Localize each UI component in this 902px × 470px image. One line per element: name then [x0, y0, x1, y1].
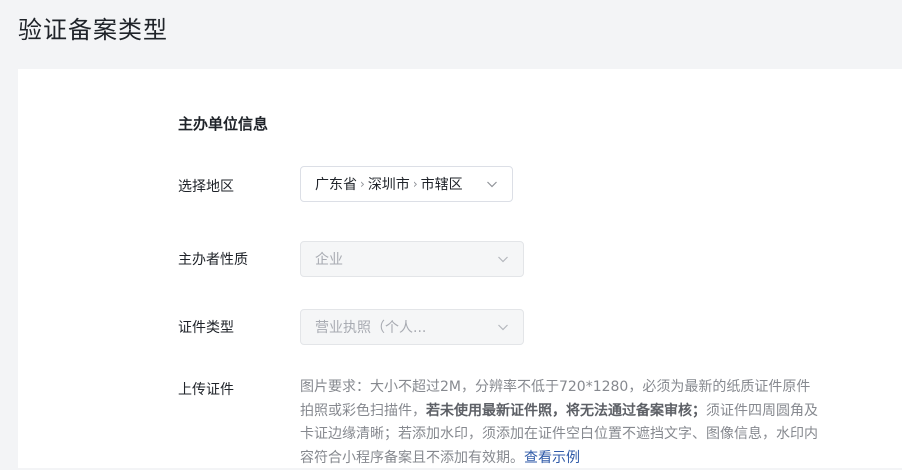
- upload-requirement-warning: 若未使用最新证件照，将无法通过备案审核；: [426, 402, 706, 419]
- view-example-link[interactable]: 查看示例: [524, 450, 580, 466]
- page-title: 验证备案类型: [18, 16, 168, 44]
- province-value: 广东省: [315, 177, 357, 193]
- organizer-nature-select[interactable]: 企业: [300, 241, 524, 277]
- chevron-right-icon: ›: [360, 177, 365, 191]
- city-value: 深圳市: [367, 177, 410, 193]
- certificate-type-select[interactable]: 营业执照（个人...: [300, 309, 524, 345]
- chevron-down-icon: [486, 178, 498, 190]
- chevron-down-icon: [497, 253, 509, 265]
- form-card: 主办单位信息 选择地区 广东省 › 深圳市 › 市辖区 主办者性质 企业 证件类…: [18, 69, 902, 468]
- organizer-nature-value: 企业: [315, 252, 343, 268]
- region-label: 选择地区: [178, 179, 234, 195]
- certificate-type-label: 证件类型: [178, 320, 234, 336]
- organizer-nature-label: 主办者性质: [178, 252, 248, 268]
- region-select[interactable]: 广东省 › 深圳市 › 市辖区: [300, 166, 513, 202]
- upload-requirements: 图片要求：大小不超过2M，分辨率不低于720*1280，必须为最新的纸质证件原件…: [300, 376, 822, 470]
- district-value: 市辖区: [420, 177, 463, 193]
- chevron-right-icon: ›: [412, 177, 418, 191]
- chevron-down-icon: [497, 321, 509, 333]
- upload-certificate-label: 上传证件: [178, 382, 234, 398]
- certificate-type-value: 营业执照（个人...: [315, 320, 427, 336]
- section-title: 主办单位信息: [178, 115, 269, 133]
